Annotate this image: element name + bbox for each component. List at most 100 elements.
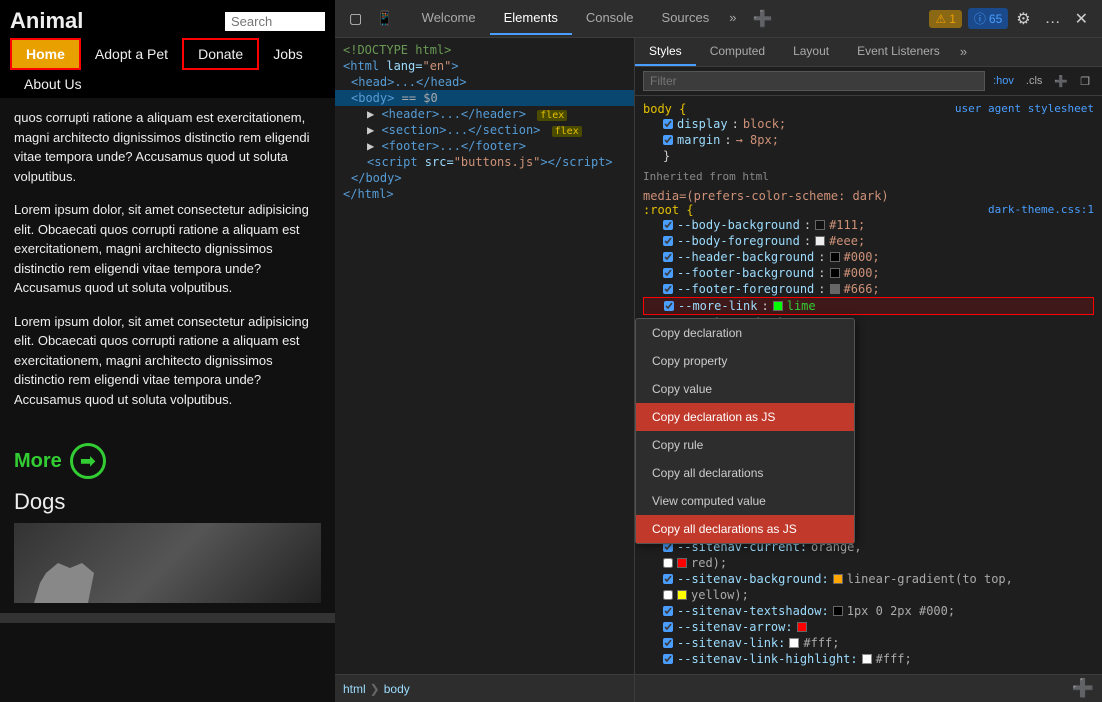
swatch-body-bg	[815, 220, 825, 230]
doctype-text: <!DOCTYPE html>	[343, 43, 451, 57]
filter-input[interactable]	[643, 71, 985, 91]
inherited-header: Inherited from html	[635, 166, 1102, 187]
root-source: dark-theme.css:1	[988, 203, 1094, 216]
context-copy-rule[interactable]: Copy rule	[636, 431, 854, 459]
filter-copy-button[interactable]: ❐	[1076, 73, 1094, 90]
tab-event-listeners[interactable]: Event Listeners	[843, 38, 954, 66]
cb-more-link[interactable]	[664, 301, 674, 311]
nav-donate-button[interactable]: Donate	[182, 38, 259, 70]
more-tabs-button[interactable]: »	[723, 2, 742, 35]
context-copy-value[interactable]: Copy value	[636, 375, 854, 403]
prop-sitenav-link[interactable]: --sitenav-link: #fff;	[643, 635, 1094, 651]
tab-computed[interactable]: Computed	[696, 38, 779, 66]
swatch-more-link	[773, 301, 783, 311]
search-input[interactable]	[225, 12, 325, 31]
cb-sitenav-link[interactable]	[663, 638, 673, 648]
dom-doctype: <!DOCTYPE html>	[335, 42, 634, 58]
device-icon[interactable]: 📱	[370, 6, 399, 31]
prop-sitenav-link-highlight[interactable]: --sitenav-link-highlight: #fff;	[643, 651, 1094, 667]
cb-sitenav-current2[interactable]	[663, 558, 673, 568]
settings-icon[interactable]: ⚙	[1010, 5, 1036, 33]
tab-layout[interactable]: Layout	[779, 38, 843, 66]
close-devtools-button[interactable]: ✕	[1069, 5, 1094, 33]
prop-sitenav-bg2[interactable]: yellow);	[643, 587, 1094, 603]
context-copy-declaration[interactable]: Copy declaration	[636, 319, 854, 347]
filter-add-button[interactable]: ➕	[1050, 73, 1072, 90]
warning-icon: ⚠	[935, 12, 946, 26]
margin-checkbox[interactable]	[663, 135, 673, 145]
context-copy-declaration-js[interactable]: Copy declaration as JS	[636, 403, 854, 431]
prop-sitenav-current2[interactable]: red);	[643, 555, 1094, 571]
more-label: More	[14, 450, 62, 473]
tab-elements[interactable]: Elements	[490, 2, 572, 35]
cb-header-bg[interactable]	[663, 252, 673, 262]
prop-more-link[interactable]: --more-link: lime	[643, 297, 1094, 315]
context-copy-all-declarations-js[interactable]: Copy all declarations as JS	[636, 515, 854, 543]
prop-footer-fg[interactable]: --footer-foreground: #666;	[643, 281, 1094, 297]
nav-home-button[interactable]: Home	[10, 38, 81, 70]
swatch-sitenav-current2	[677, 558, 687, 568]
media-query-line: media=(prefers-color-scheme: dark)	[643, 189, 1094, 203]
more-styles-tabs-button[interactable]: »	[954, 38, 973, 66]
cb-body-fg[interactable]	[663, 236, 673, 246]
prop-body-background[interactable]: --body-background: #111;	[643, 217, 1094, 233]
html-tag: <html	[343, 59, 386, 73]
styles-tabs: Styles Computed Layout Event Listeners »	[635, 38, 1102, 67]
cb-body-bg[interactable]	[663, 220, 673, 230]
context-copy-property[interactable]: Copy property	[636, 347, 854, 375]
nav-adopt-button[interactable]: Adopt a Pet	[81, 40, 182, 68]
dom-script[interactable]: <script src="buttons.js"></script>	[335, 154, 634, 170]
prop-footer-bg[interactable]: --footer-background: #000;	[643, 265, 1094, 281]
swatch-sitenav-link-highlight	[862, 654, 872, 664]
context-menu: Copy declaration Copy property Copy valu…	[635, 318, 855, 544]
paragraph-3: Lorem ipsum dolor, sit amet consectetur …	[14, 312, 321, 410]
more-link[interactable]: More ➡	[0, 433, 335, 489]
body-margin-prop[interactable]: margin : → 8px;	[643, 132, 1094, 148]
dom-body[interactable]: <body> == $0	[335, 90, 634, 106]
swatch-sitenav-ts	[833, 606, 843, 616]
display-checkbox[interactable]	[663, 119, 673, 129]
dom-section[interactable]: ▶ <section>...</section> flex	[335, 122, 634, 138]
swatch-sitenav-bg2	[677, 590, 687, 600]
dom-head[interactable]: <head>...</head>	[335, 74, 634, 90]
breadcrumb-html[interactable]: html	[343, 682, 366, 696]
add-rule-button[interactable]: ➕	[1072, 678, 1094, 699]
customize-icon[interactable]: …	[1039, 6, 1067, 32]
breadcrumb-body[interactable]: body	[384, 682, 410, 696]
filter-cls-button[interactable]: .cls	[1022, 73, 1047, 89]
tab-welcome[interactable]: Welcome	[408, 2, 490, 35]
nav-jobs-button[interactable]: Jobs	[259, 40, 317, 68]
horizontal-scrollbar[interactable]	[0, 613, 335, 623]
cb-sitenav-bg[interactable]	[663, 574, 673, 584]
cb-footer-bg[interactable]	[663, 268, 673, 278]
body-display-prop[interactable]: display : block;	[643, 116, 1094, 132]
prop-sitenav-arrow[interactable]: --sitenav-arrow:	[643, 619, 1094, 635]
dom-footer[interactable]: ▶ <footer>...</footer>	[335, 138, 634, 154]
cb-footer-fg[interactable]	[663, 284, 673, 294]
dom-header[interactable]: ▶ <header>...</header> flex	[335, 106, 634, 122]
cb-sitenav-link-highlight[interactable]	[663, 654, 673, 664]
filter-hov-button[interactable]: :hov	[989, 73, 1018, 89]
cb-sitenav-arrow[interactable]	[663, 622, 673, 632]
tab-styles[interactable]: Styles	[635, 38, 696, 66]
info-badge: ⓘ 65	[968, 8, 1008, 29]
add-tab-button[interactable]: ➕	[744, 5, 780, 33]
root-selector-line: dark-theme.css:1 :root {	[643, 203, 1094, 217]
devtools-topbar: ▢ 📱 Welcome Elements Console Sources » ➕…	[335, 0, 1102, 38]
cb-sitenav-textshadow[interactable]	[663, 606, 673, 616]
prop-sitenav-textshadow[interactable]: --sitenav-textshadow: 1px 0 2px #000;	[643, 603, 1094, 619]
inspect-icon[interactable]: ▢	[343, 6, 368, 31]
context-copy-all-declarations[interactable]: Copy all declarations	[636, 459, 854, 487]
info-count: 65	[989, 12, 1002, 26]
devtools-tabs: Welcome Elements Console Sources »	[408, 2, 743, 35]
cb-sitenav-bg2[interactable]	[663, 590, 673, 600]
prop-header-bg[interactable]: --header-background: #000;	[643, 249, 1094, 265]
tab-console[interactable]: Console	[572, 2, 648, 35]
paragraph-1: quos corrupti ratione a aliquam est exer…	[14, 108, 321, 186]
tab-sources[interactable]: Sources	[648, 2, 724, 35]
prop-body-foreground[interactable]: --body-foreground: #eee;	[643, 233, 1094, 249]
context-view-computed[interactable]: View computed value	[636, 487, 854, 515]
prop-sitenav-bg[interactable]: --sitenav-background: linear-gradient(to…	[643, 571, 1094, 587]
dom-html[interactable]: <html lang="en">	[335, 58, 634, 74]
nav-about-button[interactable]: About Us	[10, 70, 325, 98]
